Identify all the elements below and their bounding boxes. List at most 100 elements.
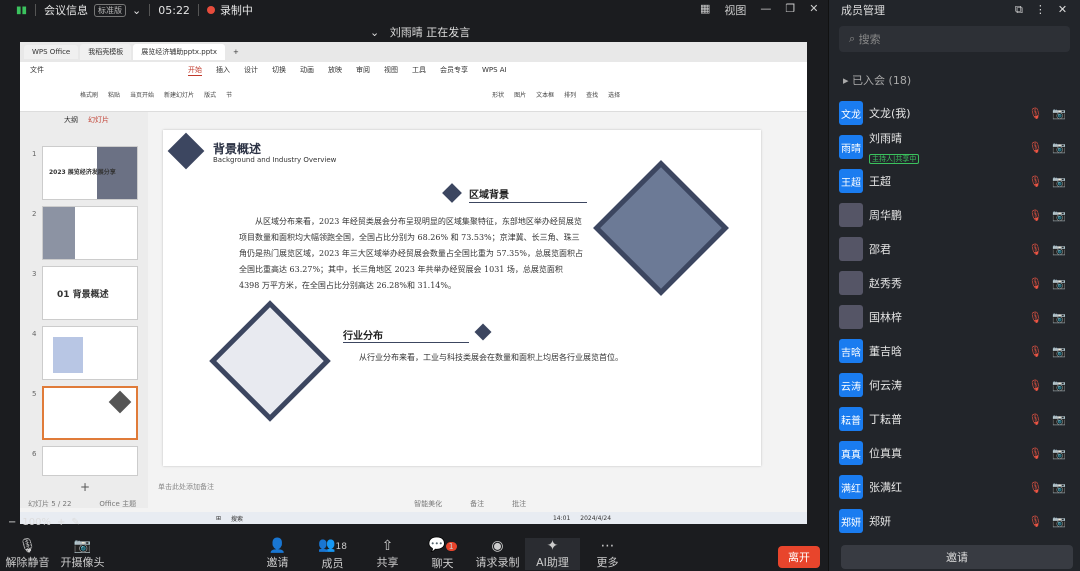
close-icon[interactable]: ✕ xyxy=(1058,3,1067,17)
member-row[interactable]: 真真 位真真 🎙 📷 xyxy=(829,436,1080,470)
camera-status-icon[interactable]: 📷 xyxy=(1052,141,1066,154)
chat-button[interactable]: 💬 1 聊天 xyxy=(415,537,470,571)
textbox-button[interactable]: 文本框 xyxy=(536,90,554,99)
menu-start[interactable]: 开始 xyxy=(188,65,202,76)
section-button[interactable]: 节 xyxy=(226,90,232,99)
more-icon[interactable]: ⋮ xyxy=(1035,3,1046,17)
mic-status-icon[interactable]: 🎙 xyxy=(1028,481,1042,494)
slide-thumb-5[interactable] xyxy=(42,386,138,440)
camera-status-icon[interactable]: 📷 xyxy=(1052,515,1066,528)
smart-beautify[interactable]: 智能美化 xyxy=(414,499,442,509)
camera-status-icon[interactable]: 📷 xyxy=(1052,107,1066,120)
mic-status-icon[interactable]: 🎙 xyxy=(1028,413,1042,426)
member-row[interactable]: 云涛 何云涛 🎙 📷 xyxy=(829,368,1080,402)
camera-status-icon[interactable]: 📷 xyxy=(1052,481,1066,494)
menu-insert[interactable]: 插入 xyxy=(216,65,230,75)
menu-transition[interactable]: 切换 xyxy=(272,65,286,75)
joined-group[interactable]: ▸ 已入会 (18) xyxy=(829,64,1080,96)
arrange-button[interactable]: 排列 xyxy=(564,90,576,99)
new-slide-button[interactable]: 新建幻灯片 xyxy=(164,90,194,99)
invite-panel-button[interactable]: 邀请 xyxy=(841,545,1073,569)
menu-view[interactable]: 视图 xyxy=(384,65,398,75)
find-button[interactable]: 查找 xyxy=(586,90,598,99)
slide-thumb-3[interactable]: 01 背景概述 xyxy=(42,266,138,320)
camera-status-icon[interactable]: 📷 xyxy=(1052,175,1066,188)
mic-status-icon[interactable]: 🎙 xyxy=(1028,107,1042,120)
view-button[interactable]: 视图 xyxy=(724,2,746,18)
zoom-out-icon[interactable]: − xyxy=(8,517,16,528)
camera-status-icon[interactable]: 📷 xyxy=(1052,209,1066,222)
slide-thumb-1[interactable]: 2023 展览经济发展分享 xyxy=(42,146,138,200)
slide-thumb-6[interactable] xyxy=(42,446,138,476)
member-row[interactable]: 吉晗 董吉晗 🎙 📷 xyxy=(829,334,1080,368)
ai-assistant-button[interactable]: ✦ AI助理 xyxy=(525,537,580,570)
member-search[interactable]: ⌕ 搜索 xyxy=(839,26,1070,52)
menu-vip[interactable]: 会员专享 xyxy=(440,65,468,75)
member-row[interactable]: 雨晴 刘雨晴 主持人|共享中 🎙 📷 xyxy=(829,130,1080,164)
mic-status-icon[interactable]: 🎙 xyxy=(1028,277,1042,290)
tab-wps-office[interactable]: WPS Office xyxy=(24,45,79,59)
play-from-current-button[interactable]: 当页开始 xyxy=(130,90,154,99)
taskbar-search[interactable]: 搜索 xyxy=(231,514,243,523)
members-button[interactable]: 👥18 成员 xyxy=(305,537,360,571)
mic-status-icon[interactable]: 🎙 xyxy=(1028,141,1042,154)
format-painter-button[interactable]: 格式刷 xyxy=(80,90,98,99)
restore-icon[interactable]: ❐ xyxy=(785,2,795,18)
member-row[interactable]: 国林梓 🎙 📷 xyxy=(829,300,1080,334)
windows-icon[interactable]: ⊞ xyxy=(216,515,221,522)
image-button[interactable]: 图片 xyxy=(514,90,526,99)
tab-slides[interactable]: 幻灯片 xyxy=(88,115,109,125)
share-button[interactable]: ⇧ 共享 xyxy=(360,538,415,570)
menu-slideshow[interactable]: 放映 xyxy=(328,65,342,75)
camera-status-icon[interactable]: 📷 xyxy=(1052,277,1066,290)
request-record-button[interactable]: ◉ 请求录制 xyxy=(470,538,525,570)
slide-thumb-4[interactable] xyxy=(42,326,138,380)
shape-button[interactable]: 形状 xyxy=(492,90,504,99)
meeting-info[interactable]: 会议信息 xyxy=(44,2,88,18)
camera-status-icon[interactable]: 📷 xyxy=(1052,345,1066,358)
mic-status-icon[interactable]: 🎙 xyxy=(1028,175,1042,188)
tab-templates[interactable]: 我稻壳模板 xyxy=(80,44,132,60)
camera-status-icon[interactable]: 📷 xyxy=(1052,311,1066,324)
pen-icon[interactable]: ✎ xyxy=(71,517,79,528)
slide-thumb-2[interactable] xyxy=(42,206,138,260)
camera-status-icon[interactable]: 📷 xyxy=(1052,243,1066,256)
close-icon[interactable]: ✕ xyxy=(809,2,818,18)
zoom-in-icon[interactable]: + xyxy=(57,517,65,528)
menu-animation[interactable]: 动画 xyxy=(300,65,314,75)
popout-icon[interactable]: ⧉ xyxy=(1015,3,1023,17)
menu-design[interactable]: 设计 xyxy=(244,65,258,75)
member-row[interactable]: 周华鹏 🎙 📷 xyxy=(829,198,1080,232)
member-row[interactable]: 邵君 🎙 📷 xyxy=(829,232,1080,266)
recording-status[interactable]: 录制中 xyxy=(220,2,253,18)
mic-status-icon[interactable]: 🎙 xyxy=(1028,209,1042,222)
member-row[interactable]: 郑妍 郑妍 🎙 📷 xyxy=(829,504,1080,538)
camera-button[interactable]: 📷 开摄像头 xyxy=(55,538,110,570)
member-row[interactable]: 满红 张满红 🎙 📷 xyxy=(829,470,1080,504)
tab-pptx[interactable]: 展览经济辅助pptx.pptx xyxy=(133,44,226,60)
tab-outline[interactable]: 大纲 xyxy=(64,115,78,125)
notes-button[interactable]: 备注 xyxy=(470,499,484,509)
invite-button[interactable]: 👤 邀请 xyxy=(250,538,305,570)
member-row[interactable]: 耘普 丁耘普 🎙 📷 xyxy=(829,402,1080,436)
mic-status-icon[interactable]: 🎙 xyxy=(1028,515,1042,528)
layout-button[interactable]: 版式 xyxy=(204,90,216,99)
camera-status-icon[interactable]: 📷 xyxy=(1052,379,1066,392)
unmute-button[interactable]: 🎙 解除静音 xyxy=(0,538,55,570)
mic-status-icon[interactable]: 🎙 xyxy=(1028,447,1042,460)
more-button[interactable]: ⋯ 更多 xyxy=(580,538,635,570)
camera-status-icon[interactable]: 📷 xyxy=(1052,413,1066,426)
add-slide-icon[interactable]: + xyxy=(80,480,90,494)
mic-status-icon[interactable]: 🎙 xyxy=(1028,243,1042,256)
paste-button[interactable]: 粘贴 xyxy=(108,90,120,99)
menu-ai[interactable]: WPS AI xyxy=(482,66,507,74)
menu-file[interactable]: 文件 xyxy=(30,65,44,75)
camera-status-icon[interactable]: 📷 xyxy=(1052,447,1066,460)
member-row[interactable]: 赵秀秀 🎙 📷 xyxy=(829,266,1080,300)
minimize-icon[interactable]: — xyxy=(760,2,771,18)
menu-review[interactable]: 审阅 xyxy=(356,65,370,75)
member-row[interactable]: 文龙 文龙(我) 🎙 📷 xyxy=(829,96,1080,130)
slide-canvas[interactable]: 背景概述 Background and Industry Overview 区域… xyxy=(163,130,761,466)
comments-button[interactable]: 批注 xyxy=(512,499,526,509)
mic-status-icon[interactable]: 🎙 xyxy=(1028,311,1042,324)
